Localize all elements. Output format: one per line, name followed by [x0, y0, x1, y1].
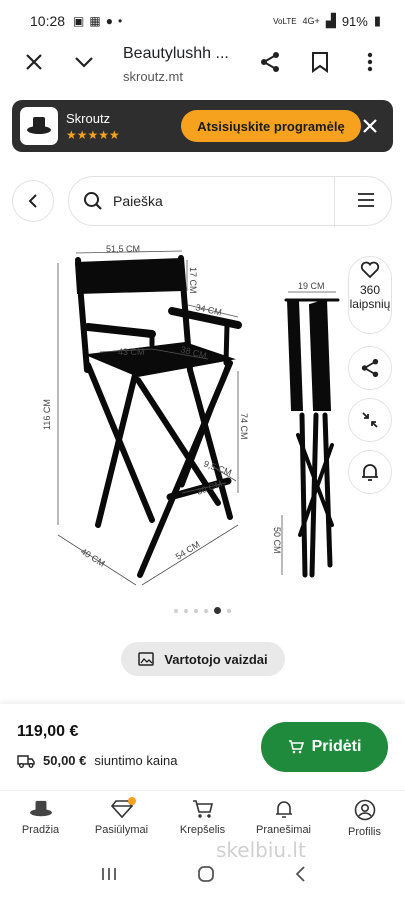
- cart-icon: [192, 800, 213, 818]
- bookmark-button[interactable]: [300, 42, 340, 82]
- product-price: 119,00 €: [17, 723, 79, 740]
- gallery-dot[interactable]: [227, 608, 231, 613]
- network-label: 4G+: [302, 16, 320, 26]
- heart-icon: [360, 261, 380, 279]
- app-download-banner: Skroutz ★★★★★ Atsisiųskite programėlę: [12, 100, 393, 152]
- banner-app-name: Skroutz: [66, 110, 111, 126]
- hamburger-menu-icon[interactable]: [357, 192, 375, 208]
- cart-plus-icon: [288, 740, 304, 754]
- back-button[interactable]: [12, 180, 54, 222]
- dim-seat-width: 51,5 CM: [106, 245, 140, 254]
- browser-toolbar: Beautylushh ... skroutz.mt: [0, 42, 405, 88]
- skroutz-hat-logo-icon: [27, 117, 51, 134]
- add-to-cart-button[interactable]: Pridėti: [261, 722, 388, 772]
- home-hat-icon: [29, 800, 52, 817]
- search-row: Paieška: [12, 176, 392, 228]
- battery-percent: 91%: [341, 13, 368, 29]
- offers-badge: [127, 797, 136, 805]
- product-side-actions: 360 laipsnių: [348, 256, 394, 494]
- gallery-dot[interactable]: [194, 608, 198, 613]
- gallery-icon: ▦: [89, 14, 101, 28]
- favorite-label: laipsnių: [349, 297, 391, 311]
- compare-button[interactable]: [348, 398, 392, 442]
- status-time: 10:28: [30, 13, 66, 29]
- close-icon: [363, 119, 377, 133]
- banner-rating: ★★★★★: [66, 127, 120, 142]
- gallery-dot[interactable]: [184, 608, 188, 613]
- home-icon[interactable]: [197, 865, 215, 883]
- share-icon: [261, 52, 279, 72]
- tab-offers-label: Pasiūlymai: [94, 824, 149, 836]
- notification-icon: ▣: [73, 14, 85, 28]
- gallery-dot[interactable]: [174, 608, 178, 613]
- search-placeholder: Paieška: [113, 193, 163, 209]
- tab-cart-label: Krepšelis: [179, 824, 226, 836]
- dim-seat-height: 74 CM: [239, 413, 249, 440]
- image-icon: [138, 652, 155, 666]
- shipping-info: 50,00 € siuntimo kaina: [17, 753, 177, 768]
- favorite-button[interactable]: 360 laipsnių: [348, 256, 392, 334]
- minimize-button[interactable]: [64, 42, 104, 82]
- dim-base-depth: 40 CM: [79, 546, 107, 569]
- profile-icon: [354, 799, 375, 821]
- tab-offers[interactable]: Pasiūlymai: [81, 791, 162, 848]
- gallery-pagination[interactable]: [0, 607, 405, 614]
- user-images-button[interactable]: Vartotojo vaizdai: [121, 642, 285, 676]
- chat-icon: ●: [105, 14, 113, 28]
- watermark: skelbiu.lt: [216, 838, 306, 862]
- product-image[interactable]: 51,5 CM 17 CM 34 CM 43 CM 38 CM 116 CM 7…: [40, 245, 360, 590]
- dim-back-height: 17 CM: [188, 267, 198, 294]
- tab-notifications-label: Pranešimai: [255, 824, 312, 836]
- gallery-dot[interactable]: [204, 608, 208, 613]
- back-nav-icon[interactable]: [294, 865, 306, 883]
- banner-close-button[interactable]: [357, 113, 383, 139]
- bell-icon: [275, 801, 292, 818]
- chevron-left-icon: [28, 194, 37, 208]
- search-icon: [84, 192, 102, 210]
- user-images-label: Vartotojo vaizdai: [164, 651, 268, 667]
- status-bar: 10:28 ▣ ▦ ● • VoLTE 4G+ ▟ 91% ▮: [0, 0, 405, 42]
- more-menu-button[interactable]: [350, 42, 390, 82]
- tab-profile-label: Profilis: [347, 826, 381, 838]
- dim-seat-depth-a: 43 CM: [118, 347, 145, 357]
- volte-label: VoLTE: [273, 16, 297, 26]
- collapse-arrows-icon: [362, 412, 378, 428]
- shipping-amount: 50,00 €: [43, 753, 87, 768]
- tab-profile[interactable]: Profilis: [324, 791, 405, 848]
- bottom-tab-bar: Pradžia Pasiūlymai Krepšelis Pranešimai …: [0, 790, 405, 848]
- delivery-truck-icon: [17, 754, 35, 768]
- bookmark-icon: [312, 52, 328, 73]
- more-vertical-icon: [367, 52, 373, 72]
- close-icon: [26, 54, 42, 70]
- battery-icon: ▮: [373, 13, 381, 28]
- tab-home-label: Pradžia: [21, 824, 60, 836]
- page-url: skroutz.mt: [123, 69, 183, 84]
- recent-apps-icon[interactable]: [100, 866, 118, 882]
- gallery-dot-active[interactable]: [214, 607, 221, 614]
- bell-icon: [362, 464, 378, 481]
- system-nav-bar: [0, 848, 405, 900]
- dim-folded-width: 19 CM: [298, 281, 325, 291]
- dim-total-height: 116 CM: [42, 399, 52, 430]
- signal-icon: ▟: [325, 13, 336, 28]
- shipping-label: siuntimo kaina: [94, 753, 178, 768]
- search-input[interactable]: Paieška: [68, 176, 392, 227]
- share-icon: [361, 358, 379, 378]
- purchase-bar: 119,00 € 50,00 € siuntimo kaina Pridėti: [0, 704, 405, 790]
- skroutz-logo: [20, 107, 58, 145]
- share-button[interactable]: [250, 42, 290, 82]
- close-tab-button[interactable]: [14, 42, 54, 82]
- page-title: Beautylushh ...: [123, 45, 229, 62]
- price-alert-button[interactable]: [348, 450, 392, 494]
- favorite-count: 360: [359, 283, 381, 297]
- tab-home[interactable]: Pradžia: [0, 791, 81, 848]
- add-to-cart-label: Pridėti: [311, 738, 362, 755]
- share-product-button[interactable]: [348, 346, 392, 390]
- more-dot-icon: •: [117, 14, 123, 28]
- chevron-down-icon: [75, 57, 93, 68]
- download-app-button[interactable]: Atsisiųskite programėlę: [181, 110, 361, 142]
- dim-folded-depth: 50 CM: [272, 527, 282, 554]
